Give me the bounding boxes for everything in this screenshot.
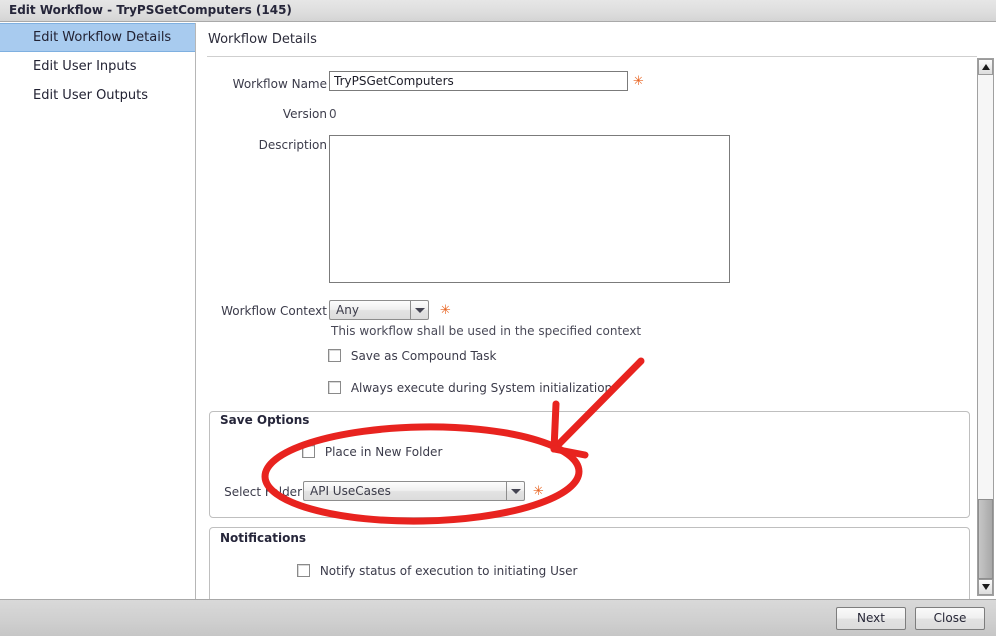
description-textarea[interactable] <box>329 135 730 283</box>
chevron-down-icon <box>511 489 521 494</box>
select-folder-value: API UseCases <box>310 484 391 498</box>
save-as-compound-task-row[interactable]: Save as Compound Task <box>328 349 496 363</box>
main-panel: Workflow Details Workflow Name ✳ Version… <box>197 23 996 619</box>
sidebar-item-edit-user-inputs[interactable]: Edit User Inputs <box>0 52 195 81</box>
place-in-new-folder-checkbox[interactable] <box>302 445 315 458</box>
save-options-title: Save Options <box>217 413 313 427</box>
window-title: Edit Workflow - TryPSGetComputers (145) <box>9 3 292 17</box>
description-label: Description <box>258 138 327 152</box>
always-execute-checkbox[interactable] <box>328 381 341 394</box>
scrollbar-track[interactable] <box>978 75 993 499</box>
save-as-compound-task-label: Save as Compound Task <box>350 349 497 363</box>
page-title: Workflow Details <box>208 32 317 47</box>
always-execute-label: Always execute during System initializat… <box>350 381 613 395</box>
version-value: 0 <box>329 107 337 121</box>
place-in-new-folder-row[interactable]: Place in New Folder <box>302 445 442 459</box>
workflow-context-hint: This workflow shall be used in the speci… <box>331 324 642 338</box>
notify-status-checkbox[interactable] <box>297 564 310 577</box>
workflow-context-label: Workflow Context <box>221 304 327 318</box>
triangle-down-icon <box>982 584 990 590</box>
scroll-up-button[interactable] <box>978 59 993 75</box>
panel-divider <box>207 56 977 57</box>
save-as-compound-task-checkbox[interactable] <box>328 349 341 362</box>
save-options-group <box>209 411 970 518</box>
version-label: Version <box>282 107 327 121</box>
notifications-title: Notifications <box>217 531 310 545</box>
edit-workflow-dialog: Edit Workflow - TryPSGetComputers (145) … <box>0 0 996 636</box>
notify-status-label: Notify status of execution to initiating… <box>319 564 578 578</box>
always-execute-row[interactable]: Always execute during System initializat… <box>328 381 612 395</box>
workflow-context-value: Any <box>336 303 359 317</box>
notify-status-row[interactable]: Notify status of execution to initiating… <box>297 564 577 578</box>
workflow-context-required-asterisk: ✳ <box>440 303 451 318</box>
select-folder-required-asterisk: ✳ <box>533 484 544 499</box>
place-in-new-folder-label: Place in New Folder <box>324 445 443 459</box>
workflow-name-input[interactable] <box>329 71 628 91</box>
close-button[interactable]: Close <box>915 607 985 630</box>
next-button[interactable]: Next <box>836 607 906 630</box>
vertical-scrollbar[interactable] <box>977 58 994 596</box>
triangle-up-icon <box>982 64 990 70</box>
select-folder-dropdown-button[interactable] <box>506 482 524 500</box>
select-folder-label: Select Folder <box>224 485 302 499</box>
sidebar-item-edit-workflow-details[interactable]: Edit Workflow Details <box>0 23 195 52</box>
sidebar: Edit Workflow Details Edit User Inputs E… <box>0 23 196 599</box>
sidebar-item-label: Edit User Outputs <box>33 88 149 103</box>
window-titlebar: Edit Workflow - TryPSGetComputers (145) <box>0 0 996 22</box>
workflow-name-required-asterisk: ✳ <box>633 74 644 89</box>
chevron-down-icon <box>415 308 425 313</box>
workflow-name-label: Workflow Name <box>232 77 327 91</box>
scrollbar-thumb[interactable] <box>978 499 993 579</box>
workflow-context-dropdown-button[interactable] <box>410 301 428 319</box>
scroll-down-button[interactable] <box>978 579 993 595</box>
sidebar-item-label: Edit Workflow Details <box>33 30 172 45</box>
sidebar-item-edit-user-outputs[interactable]: Edit User Outputs <box>0 81 195 110</box>
select-folder-select[interactable]: API UseCases <box>303 481 525 501</box>
sidebar-item-label: Edit User Inputs <box>33 59 137 74</box>
workflow-context-select[interactable]: Any <box>329 300 429 320</box>
footer-bar: Next Close <box>0 599 996 636</box>
